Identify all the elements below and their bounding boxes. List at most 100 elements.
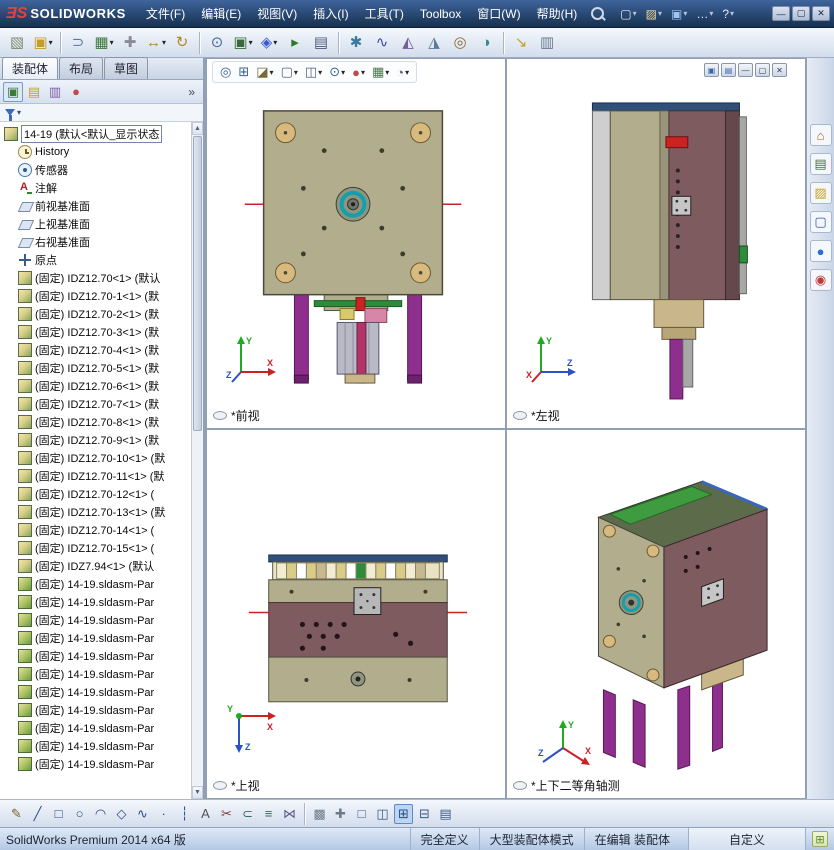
tree-item[interactable]: (固定) IDZ12.70-6<1> (默 [0, 377, 203, 395]
viewport-minimize-button[interactable]: — [738, 63, 753, 77]
save-icon[interactable]: ▣ [668, 6, 690, 22]
mirror-entities-icon[interactable]: ⋈ [280, 804, 299, 824]
interference-detection-icon[interactable]: ◭ [396, 31, 420, 55]
new-motion-study-icon[interactable]: ▸ [283, 31, 307, 55]
menu-item[interactable]: 工具(T) [357, 0, 412, 27]
view-settings-icon[interactable]: ◔ [393, 64, 412, 81]
section-view-icon[interactable]: ◪ [253, 63, 276, 81]
hole-alignment-icon[interactable]: ◎ [448, 31, 472, 55]
tree-scrollbar[interactable]: ▲ ▼ [191, 122, 203, 799]
arc-icon[interactable]: ◠ [91, 804, 110, 824]
file-explorer-icon[interactable]: ▨ [810, 182, 832, 204]
linear-component-pattern-icon[interactable]: ▦ [92, 31, 116, 55]
tree-item[interactable]: (固定) 14-19.sldasm-Par [0, 737, 203, 755]
instant3d-icon[interactable]: ↘ [509, 31, 533, 55]
viewport-front[interactable]: Y X Z *前视 [206, 58, 506, 429]
scrollbar-thumb[interactable] [193, 136, 202, 431]
zoom-area-icon[interactable]: ⊞ [235, 63, 252, 81]
hide-show-items-icon[interactable]: ⊙ [326, 63, 348, 81]
quick-snaps-icon[interactable]: ✚ [331, 804, 350, 824]
edit-component-icon[interactable]: ▧ [5, 31, 29, 55]
tree-item[interactable]: 前视基准面 [0, 197, 203, 215]
apply-scene-icon[interactable]: ▦ [369, 63, 392, 81]
propertymanager-icon[interactable]: ▤ [24, 82, 44, 102]
trim-entities-icon[interactable]: ✂ [217, 804, 236, 824]
tree-item[interactable]: (固定) IDZ12.70-13<1> (默 [0, 503, 203, 521]
scroll-up-icon[interactable]: ▲ [192, 122, 203, 135]
tree-item[interactable]: (固定) IDZ12.70-3<1> (默 [0, 323, 203, 341]
centerline-icon[interactable]: ┆ [175, 804, 194, 824]
tree-item[interactable]: (固定) IDZ12.70-8<1> (默 [0, 413, 203, 431]
reference-geometry-icon[interactable]: ◈ [257, 31, 281, 55]
filter-dropdown[interactable]: ▾ [5, 108, 21, 117]
tree-item[interactable]: (固定) IDZ12.70-15<1> ( [0, 539, 203, 557]
tree-item[interactable]: 原点 [0, 251, 203, 269]
tree-item[interactable]: (固定) 14-19.sldasm-Par [0, 701, 203, 719]
single-view-icon[interactable]: □ [352, 804, 371, 824]
view-palette-icon[interactable]: ▢ [810, 211, 832, 233]
assembly-features-icon[interactable]: ▣ [231, 31, 255, 55]
viewport-close-button[interactable]: ✕ [772, 63, 787, 77]
menu-item[interactable]: Toolbox [412, 0, 469, 27]
rotate-component-icon[interactable]: ↻ [170, 31, 194, 55]
tree-item[interactable]: 传感器 [0, 161, 203, 179]
featuremanager-tree-icon[interactable]: ▣ [3, 82, 23, 102]
tree-item[interactable]: (固定) 14-19.sldasm-Par [0, 629, 203, 647]
tree-item[interactable]: (固定) IDZ12.70-1<1> (默 [0, 287, 203, 305]
polygon-icon[interactable]: ◇ [112, 804, 131, 824]
sketch-icon[interactable]: ✎ [7, 804, 26, 824]
menu-item[interactable]: 编辑(E) [193, 0, 249, 27]
close-button[interactable]: ✕ [812, 6, 830, 21]
tree-item[interactable]: (固定) IDZ12.70-2<1> (默 [0, 305, 203, 323]
circle-icon[interactable]: ○ [70, 804, 89, 824]
tree-item[interactable]: (固定) IDZ12.70<1> (默认 [0, 269, 203, 287]
show-hidden-components-icon[interactable]: ⊙ [205, 31, 229, 55]
tree-item[interactable]: (固定) IDZ12.70-12<1> ( [0, 485, 203, 503]
move-component-icon[interactable]: ↔ [144, 31, 168, 55]
custom-properties-icon[interactable]: ◉ [810, 269, 832, 291]
exploded-view-icon[interactable]: ✱ [344, 31, 368, 55]
tree-item[interactable]: (固定) IDZ12.70-5<1> (默 [0, 359, 203, 377]
tree-item[interactable]: (固定) IDZ12.70-4<1> (默 [0, 341, 203, 359]
menu-item[interactable]: 插入(I) [305, 0, 356, 27]
panel-tab[interactable]: 布局 [59, 57, 103, 79]
two-view-vertical-icon[interactable]: ⊟ [415, 804, 434, 824]
four-view-icon[interactable]: ⊞ [394, 804, 413, 824]
displaymanager-icon[interactable]: ● [66, 82, 86, 102]
view-orientation-icon[interactable]: ▢ [278, 63, 301, 81]
display-style-icon[interactable]: ◫ [302, 63, 325, 81]
search-icon[interactable] [591, 7, 605, 21]
tree-item[interactable]: History [0, 143, 203, 161]
viewport-restore-button[interactable]: ▢ [755, 63, 770, 77]
help-icon[interactable]: ? [719, 6, 737, 22]
tree-item[interactable]: (固定) IDZ12.70-14<1> ( [0, 521, 203, 539]
convert-entities-icon[interactable]: ⊂ [238, 804, 257, 824]
tree-item[interactable]: (固定) 14-19.sldasm-Par [0, 575, 203, 593]
rectangle-icon[interactable]: □ [49, 804, 68, 824]
tree-item[interactable]: (固定) IDZ7.94<1> (默认 [0, 557, 203, 575]
tree-item[interactable]: 14-19 (默认<默认_显示状态 [0, 125, 203, 143]
tree-item[interactable]: (固定) 14-19.sldasm-Par [0, 593, 203, 611]
tree-item[interactable]: (固定) IDZ12.70-11<1> (默 [0, 467, 203, 485]
large-assembly-mode-icon[interactable]: ▥ [535, 31, 559, 55]
tree-item[interactable]: (固定) IDZ12.70-7<1> (默 [0, 395, 203, 413]
line-icon[interactable]: ╱ [28, 804, 47, 824]
spline-icon[interactable]: ∿ [133, 804, 152, 824]
restore-button[interactable]: ▢ [792, 6, 810, 21]
tree-item[interactable]: (固定) 14-19.sldasm-Par [0, 755, 203, 773]
configurationmanager-icon[interactable]: ▥ [45, 82, 65, 102]
panel-tab[interactable]: 装配体 [2, 57, 58, 79]
minimize-button[interactable]: — [772, 6, 790, 21]
new-document-icon[interactable]: ▢ [617, 6, 639, 22]
menu-item[interactable]: 帮助(H) [529, 0, 586, 27]
solidworks-resources-icon[interactable]: ⌂ [810, 124, 832, 146]
tree-item[interactable]: (固定) IDZ12.70-10<1> (默 [0, 449, 203, 467]
open-icon[interactable]: ▨ [643, 6, 665, 22]
tree-item[interactable]: (固定) 14-19.sldasm-Par [0, 647, 203, 665]
appearances-scenes-icon[interactable]: ● [810, 240, 832, 262]
tree-item[interactable]: 注解 [0, 179, 203, 197]
zoom-fit-icon[interactable]: ◎ [217, 63, 234, 81]
explode-line-sketch-icon[interactable]: ∿ [370, 31, 394, 55]
tree-item[interactable]: (固定) 14-19.sldasm-Par [0, 683, 203, 701]
mate-icon[interactable]: ⊃ [66, 31, 90, 55]
